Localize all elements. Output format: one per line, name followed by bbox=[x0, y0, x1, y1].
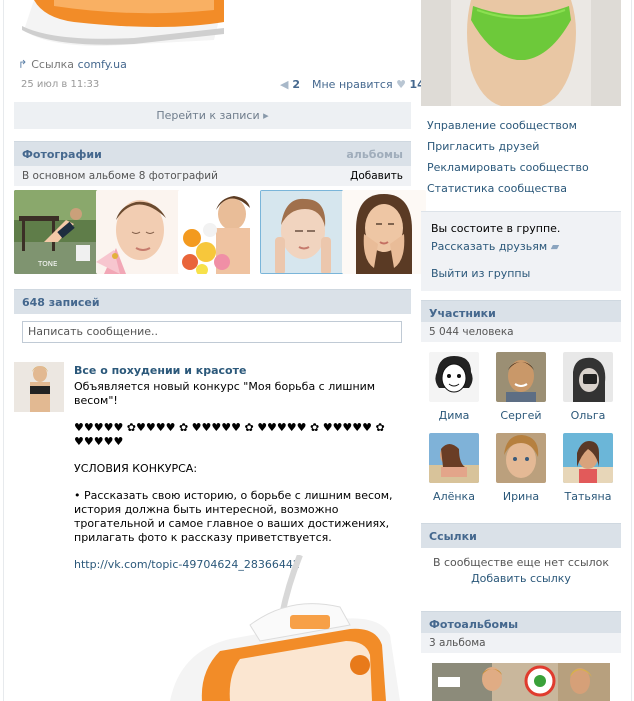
iron-product-image[interactable] bbox=[150, 555, 410, 701]
community-cover-image[interactable] bbox=[421, 0, 621, 106]
menu-manage-community[interactable]: Управление сообществом bbox=[427, 118, 589, 139]
post-intro: Объявляется новый конкурс "Моя борьба с … bbox=[74, 380, 376, 407]
photo-thumb-workout[interactable]: TONE bbox=[14, 190, 98, 274]
add-photo-link[interactable]: Добавить bbox=[350, 166, 403, 186]
links-empty-state: В сообществе еще нет ссылок Добавить ссы… bbox=[421, 555, 621, 587]
post-author-name[interactable]: Все о похудении и красоте bbox=[74, 364, 246, 377]
tell-friends-link[interactable]: Рассказать друзьям ▰ bbox=[431, 240, 559, 253]
photo-thumb-flowers[interactable] bbox=[178, 190, 262, 274]
membership-box: Вы состоите в группе. Рассказать друзьям… bbox=[421, 211, 621, 291]
wall-message-input[interactable]: Написать сообщение.. bbox=[22, 321, 402, 343]
heart-icon: ♥ bbox=[396, 78, 406, 91]
photo-thumb-face-lily[interactable] bbox=[96, 190, 180, 274]
link-domain[interactable]: comfy.ua bbox=[78, 58, 127, 71]
post-author-avatar[interactable] bbox=[14, 362, 64, 412]
attached-link[interactable]: ↱ Ссылка comfy.ua bbox=[18, 58, 127, 71]
avatar bbox=[496, 352, 546, 402]
post-hearts: ♥♥♥♥♥ ✿♥♥♥♥ ✿ ♥♥♥♥♥ ✿ ♥♥♥♥♥ ✿ ♥♥♥♥♥ ✿ ♥♥… bbox=[74, 421, 385, 448]
leave-group-link[interactable]: Выйти из группы bbox=[431, 267, 530, 280]
speech-bubble-icon: ▰ bbox=[550, 240, 560, 253]
avatar bbox=[429, 433, 479, 483]
photo-thumb-skincare[interactable] bbox=[260, 190, 344, 274]
page-border-right bbox=[631, 0, 632, 701]
photos-subheader: В основном альбоме 8 фотографий Добавить bbox=[14, 166, 411, 186]
wall-posts-header[interactable]: 648 записей bbox=[14, 289, 411, 314]
like-button[interactable]: Мне нравится ♥ 14 bbox=[312, 78, 425, 91]
thumb-caption: TONE bbox=[37, 260, 57, 268]
community-admin-menu: Управление сообществом Пригласить друзей… bbox=[427, 118, 589, 202]
albums-link[interactable]: альбомы bbox=[346, 142, 403, 167]
chevron-right-icon: ▸ bbox=[263, 109, 269, 122]
post-conditions-text: • Рассказать свою историю, о борьбе с ли… bbox=[74, 489, 393, 544]
members-count: 5 044 человека bbox=[421, 322, 621, 342]
member-alyonka[interactable]: Алёнка bbox=[424, 433, 484, 503]
menu-invite-friends[interactable]: Пригласить друзей bbox=[427, 139, 589, 160]
avatar bbox=[496, 433, 546, 483]
menu-advertise-community[interactable]: Рекламировать сообщество bbox=[427, 160, 589, 181]
megaphone-icon: ◀ bbox=[280, 78, 289, 91]
add-link-button[interactable]: Добавить ссылку bbox=[421, 571, 621, 587]
avatar bbox=[563, 352, 613, 402]
iron-product-image-top[interactable] bbox=[14, 0, 224, 50]
photo-thumb-hands-face[interactable] bbox=[342, 190, 426, 274]
member-olga[interactable]: Ольга bbox=[558, 352, 618, 422]
membership-status: Вы состоите в группе. bbox=[431, 222, 561, 235]
link-arrow-icon: ↱ bbox=[18, 58, 28, 71]
avatar bbox=[429, 352, 479, 402]
page-border-left bbox=[3, 0, 4, 701]
member-dima[interactable]: Дима bbox=[424, 352, 484, 422]
share-counter[interactable]: ◀ 2 bbox=[280, 78, 300, 91]
photo-album-cover[interactable] bbox=[432, 663, 610, 701]
photo-albums-count: 3 альбома bbox=[421, 633, 621, 653]
links-empty-text: В сообществе еще нет ссылок bbox=[432, 556, 610, 569]
member-sergey[interactable]: Сергей bbox=[491, 352, 551, 422]
member-tatyana[interactable]: Татьяна bbox=[558, 433, 618, 503]
photos-header[interactable]: Фотографии альбомы bbox=[14, 141, 411, 166]
post-date[interactable]: 25 июл в 11:33 bbox=[21, 79, 99, 90]
member-irina[interactable]: Ирина bbox=[491, 433, 551, 503]
links-header[interactable]: Ссылки bbox=[421, 523, 621, 548]
goto-post-button[interactable]: Перейти к записи ▸ bbox=[14, 102, 411, 129]
avatar bbox=[563, 433, 613, 483]
post-conditions-title: УСЛОВИЯ КОНКУРСА: bbox=[74, 462, 198, 475]
menu-community-stats[interactable]: Статистика сообщества bbox=[427, 181, 589, 202]
